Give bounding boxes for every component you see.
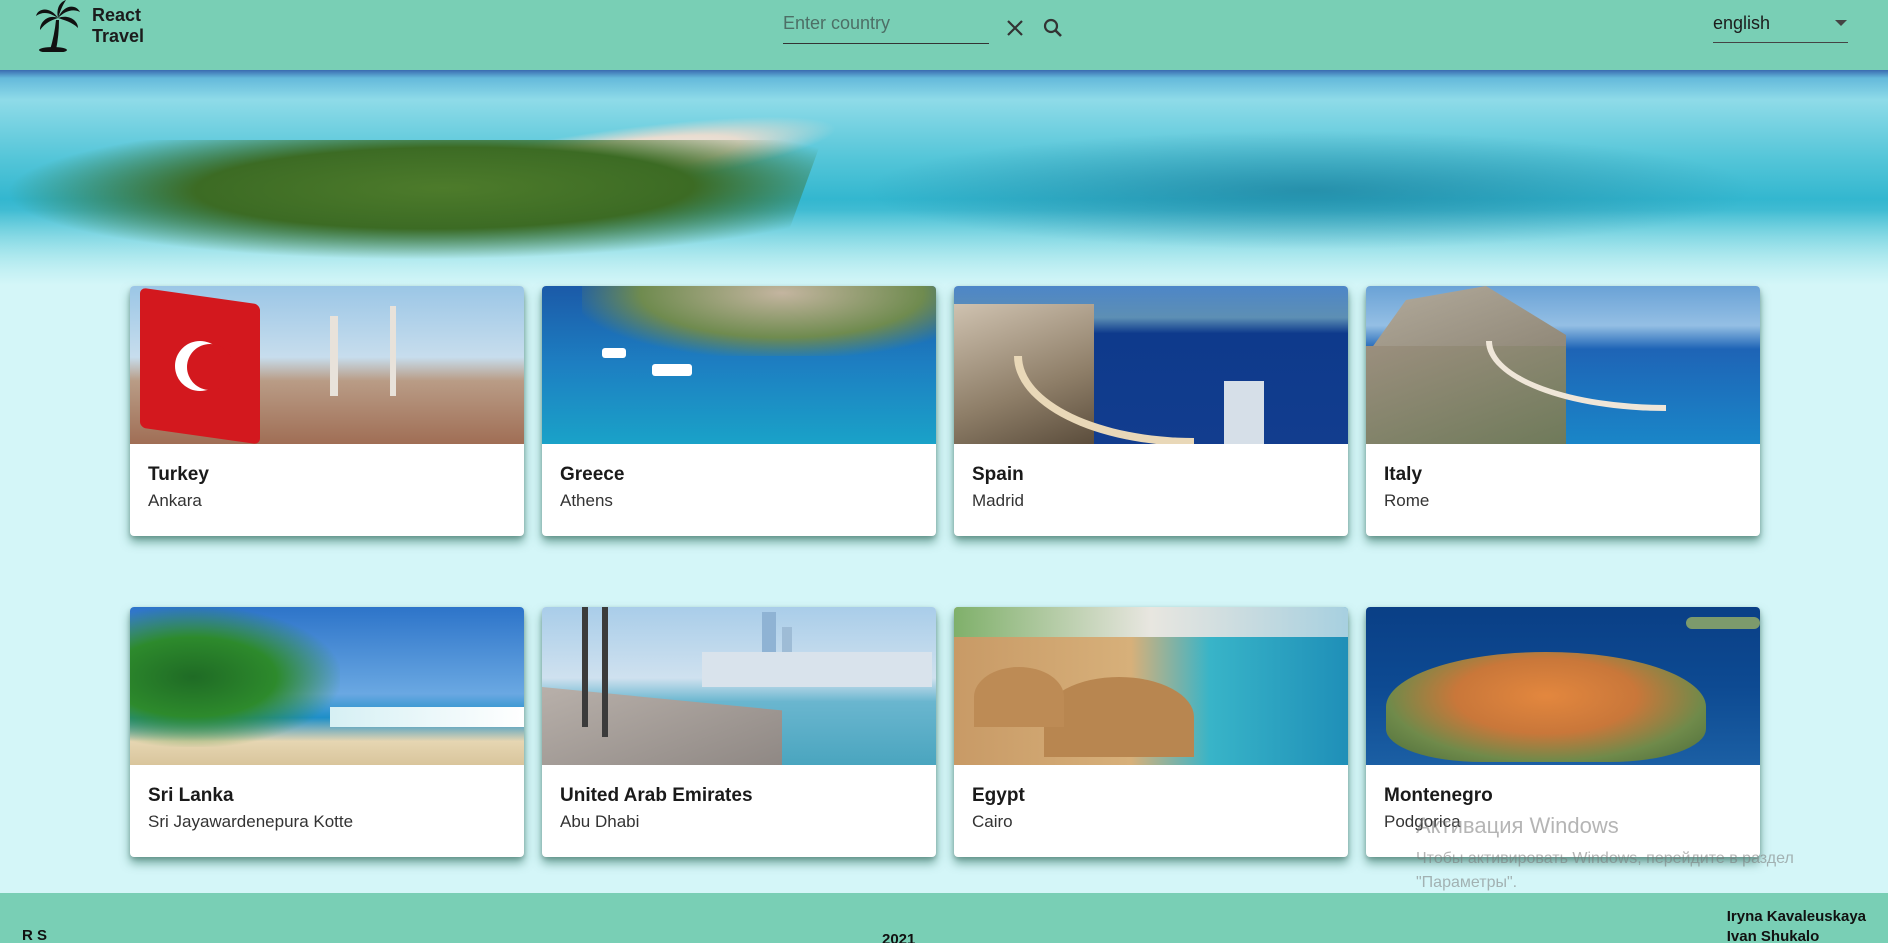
author-link[interactable]: Iryna Kavaleuskaya [1727,907,1866,927]
country-card-spain[interactable]: Spain Madrid [954,286,1348,536]
country-capital: Abu Dhabi [560,812,640,831]
country-image [954,607,1348,765]
country-capital: Rome [1384,491,1430,510]
country-name: Turkey [148,464,209,485]
hero-banner [0,70,1888,285]
country-image [1366,286,1760,444]
clear-button[interactable] [1001,14,1029,42]
country-capital: Sri Jayawardenepura Kotte [148,812,354,831]
country-capital: Athens [560,491,613,510]
country-name: United Arab Emirates [560,785,753,806]
country-capital: Cairo [972,812,1013,831]
country-card-egypt[interactable]: Egypt Cairo [954,607,1348,857]
rs-school-logo[interactable]: R S [22,927,47,943]
search-icon [1043,18,1062,37]
windows-activation-watermark: Активация Windows Чтобы активировать Win… [1416,813,1856,895]
language-selected: english [1713,12,1771,33]
country-capital: Madrid [972,491,1024,510]
logo-text: React Travel [92,5,145,46]
search-button[interactable] [1039,14,1067,42]
country-card-greece[interactable]: Greece Athens [542,286,936,536]
close-icon [1007,20,1023,36]
country-image [130,607,524,765]
language-select[interactable]: english [1713,10,1848,43]
search-input[interactable] [783,10,989,44]
footer-year: 2021 [882,931,916,943]
country-card-uae[interactable]: United Arab Emirates Abu Dhabi [542,607,936,857]
country-name: Spain [972,464,1024,485]
country-image [542,607,936,765]
watermark-subtitle: Чтобы активировать Windows, перейдите в … [1416,850,1794,891]
country-image [954,286,1348,444]
country-image [130,286,524,444]
logo[interactable]: React Travel [34,0,162,52]
header: React Travel english [0,0,1888,70]
caret-down-icon [1835,20,1847,26]
country-name: Montenegro [1384,785,1493,806]
watermark-title: Активация Windows [1416,813,1619,838]
country-card-sri-lanka[interactable]: Sri Lanka Sri Jayawardenepura Kotte [130,607,524,857]
footer: R S 2021 Iryna Kavaleuskaya Ivan Shukalo [0,893,1888,943]
search-bar [783,10,1073,46]
author-link[interactable]: Ivan Shukalo [1727,927,1866,943]
country-capital: Ankara [148,491,202,510]
country-image [542,286,936,444]
country-name: Italy [1384,464,1423,485]
country-card-turkey[interactable]: Turkey Ankara [130,286,524,536]
country-image [1366,607,1760,765]
country-name: Sri Lanka [148,785,234,806]
country-name: Egypt [972,785,1025,806]
country-card-italy[interactable]: Italy Rome [1366,286,1760,536]
country-name: Greece [560,464,625,485]
palm-tree-icon [36,0,80,52]
footer-authors: Iryna Kavaleuskaya Ivan Shukalo [1727,907,1866,943]
